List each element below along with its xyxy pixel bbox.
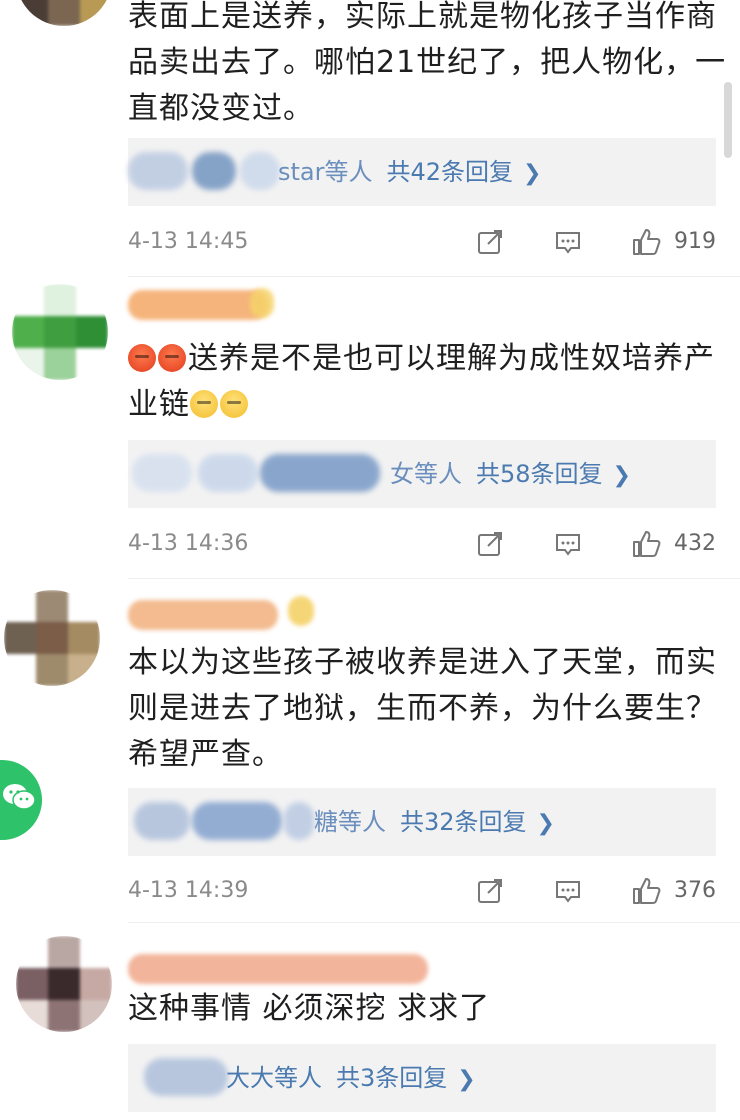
redacted-username [192, 152, 236, 190]
reply-count-link[interactable]: 共42条回复 [387, 158, 514, 186]
divider [128, 276, 740, 277]
angry-emoji-icon [128, 344, 156, 372]
reply-preview[interactable]: star等人 共42条回复 ❯ [128, 138, 716, 206]
like-icon[interactable] [630, 528, 662, 560]
comment-meta: 4-13 14:45 919 [128, 224, 716, 260]
redacted-username [144, 1058, 228, 1096]
comment-text: 送养是不是也可以理解为成性奴培养产业链 [128, 341, 715, 422]
avatar[interactable] [16, 0, 112, 26]
redacted-username [250, 288, 274, 318]
redacted-username [260, 454, 380, 492]
angry-emoji-icon [158, 344, 186, 372]
redacted-username [192, 802, 282, 840]
comment-meta: 4-13 14:36 432 [128, 526, 716, 562]
comment-meta: 4-13 14:39 376 [128, 873, 716, 909]
redacted-username [128, 152, 188, 190]
like-icon[interactable] [630, 875, 662, 907]
chevron-right-icon: ❯ [523, 161, 542, 186]
reply-users[interactable]: 大大等人 [226, 1064, 322, 1092]
wechat-share-button[interactable] [0, 760, 42, 840]
reply-users[interactable]: star等人 [278, 158, 373, 186]
reply-preview[interactable]: 糖等人 共32条回复 ❯ [128, 788, 716, 856]
divider [128, 922, 740, 923]
avatar[interactable] [16, 936, 112, 1032]
reply-count-link[interactable]: 共58条回复 [476, 460, 603, 488]
comment-text: 表面上是送养，实际上就是物化孩子当作商品卖出去了。哪怕21世纪了，把人物化，一直… [128, 0, 727, 126]
share-icon[interactable] [476, 530, 504, 558]
divider [128, 578, 740, 579]
redacted-username [134, 802, 190, 840]
reply-count-link[interactable]: 共3条回复 [336, 1064, 447, 1092]
redacted-username [284, 802, 314, 840]
chevron-right-icon: ❯ [612, 463, 631, 488]
comment-time: 4-13 14:36 [128, 531, 249, 556]
comment-icon[interactable] [554, 228, 582, 256]
like-count: 376 [674, 878, 716, 903]
redacted-username [132, 454, 192, 492]
redacted-username [128, 600, 278, 630]
redacted-username [198, 454, 258, 492]
reply-users[interactable]: 糖等人 [314, 808, 386, 836]
redacted-username [288, 596, 314, 626]
comment-icon[interactable] [554, 877, 582, 905]
smile-emoji-icon [220, 390, 248, 418]
reply-count-link[interactable]: 共32条回复 [400, 808, 527, 836]
comment-text: 这种事情 必须深挖 求求了 [128, 991, 491, 1026]
smile-emoji-icon [190, 390, 218, 418]
chevron-right-icon: ❯ [536, 811, 555, 836]
redacted-username [128, 954, 428, 984]
redacted-username [240, 152, 280, 190]
reply-preview[interactable]: 女等人 共58条回复 ❯ [128, 440, 716, 508]
comment-text: 本以为这些孩子被收养是进入了天堂，而实则是进去了地狱，生而不养，为什么要生？希望… [128, 645, 717, 772]
avatar[interactable] [12, 284, 108, 380]
reply-users[interactable]: 女等人 [390, 460, 462, 488]
wechat-icon [3, 784, 36, 810]
reply-preview[interactable]: 大大等人 共3条回复 ❯ [128, 1044, 716, 1112]
like-icon[interactable] [630, 226, 662, 258]
chevron-right-icon: ❯ [457, 1067, 476, 1092]
share-icon[interactable] [476, 228, 504, 256]
avatar[interactable] [4, 590, 100, 686]
like-count: 432 [674, 531, 716, 556]
like-count: 919 [674, 229, 716, 254]
redacted-username [128, 290, 268, 320]
comment-time: 4-13 14:39 [128, 878, 249, 903]
share-icon[interactable] [476, 877, 504, 905]
comment-time: 4-13 14:45 [128, 229, 249, 254]
comment-icon[interactable] [554, 530, 582, 558]
